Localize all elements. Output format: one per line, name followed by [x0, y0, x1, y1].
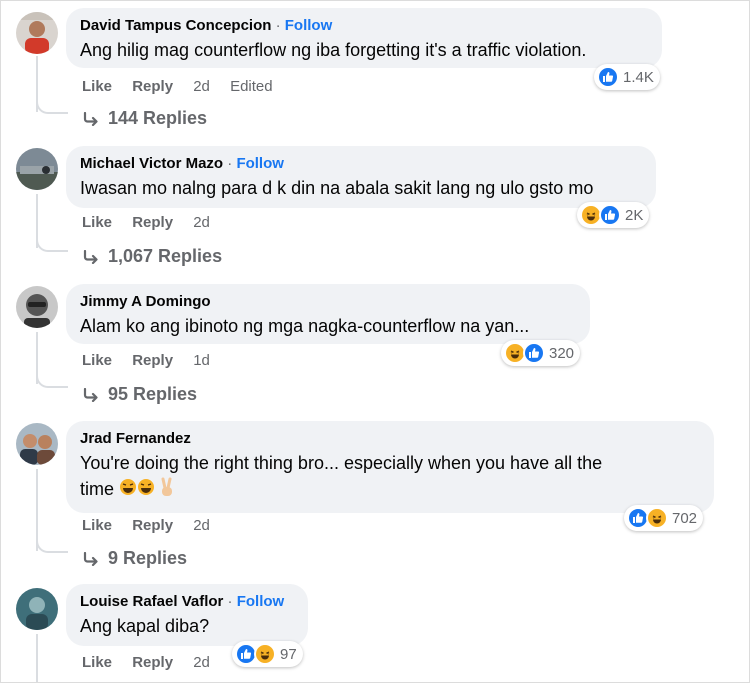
haha-reaction-icon [254, 643, 276, 665]
reactions-summary[interactable]: 702 [624, 505, 704, 531]
follow-button[interactable]: Follow [237, 593, 285, 610]
comment-actions: Like Reply 2d [82, 654, 226, 671]
like-reaction-icon [599, 204, 621, 226]
reply-arrow-icon [83, 249, 98, 264]
comment-bubble: David Tampus Concepcion · Follow Ang hil… [66, 8, 662, 68]
view-replies-button[interactable]: 9 Replies [82, 548, 187, 569]
author-name[interactable]: Jrad Fernandez [80, 430, 191, 447]
thread-elbow [36, 96, 68, 114]
reaction-count: 97 [280, 645, 297, 663]
comment-text-line-2: time [80, 476, 700, 504]
timestamp[interactable]: 2d [193, 654, 210, 671]
thread-line [36, 634, 38, 682]
author-name[interactable]: Louise Rafael Vaflor [80, 593, 223, 610]
reaction-count: 702 [672, 509, 698, 527]
reaction-count: 1.4K [623, 68, 654, 86]
follow-button[interactable]: Follow [285, 17, 333, 34]
reactions-summary[interactable]: 97 [232, 641, 303, 667]
comment-bubble: Louise Rafael Vaflor · Follow Ang kapal … [66, 584, 308, 646]
like-button[interactable]: Like [82, 517, 112, 534]
like-button[interactable]: Like [82, 214, 112, 231]
like-button[interactable]: Like [82, 352, 112, 369]
comment-actions: Like Reply 2d [82, 517, 226, 534]
comment-text-line-1: You're doing the right thing bro... espe… [80, 453, 603, 473]
comment-text: Alam ko ang ibinoto ng mga nagka-counter… [80, 316, 530, 336]
reactions-summary[interactable]: 1.4K [594, 64, 660, 90]
reactions-summary[interactable]: 320 [501, 340, 581, 366]
reply-button[interactable]: Reply [132, 352, 173, 369]
replies-count: 144 Replies [108, 108, 208, 128]
reply-arrow-icon [83, 551, 98, 566]
timestamp[interactable]: 2d [193, 214, 210, 231]
like-button[interactable]: Like [82, 78, 112, 95]
reply-arrow-icon [83, 111, 98, 126]
reaction-count: 2K [625, 206, 644, 224]
victory-hand-emoji-icon [160, 477, 174, 504]
rofl-emoji-icon [137, 477, 155, 503]
avatar[interactable] [16, 12, 58, 54]
follow-button[interactable]: Follow [236, 155, 284, 172]
replies-count: 9 Replies [108, 548, 188, 568]
view-replies-button[interactable]: 95 Replies [82, 384, 197, 405]
haha-reaction-icon [646, 507, 668, 529]
comment-text: Ang hilig mag counterflow ng iba forgett… [80, 40, 587, 60]
author-name[interactable]: Michael Victor Mazo [80, 155, 223, 172]
view-replies-button[interactable]: 1,067 Replies [82, 246, 222, 267]
reply-button[interactable]: Reply [132, 78, 173, 95]
comment-actions: Like Reply 2d [82, 214, 226, 231]
timestamp[interactable]: 1d [193, 352, 210, 369]
reply-button[interactable]: Reply [132, 214, 173, 231]
author-name[interactable]: Jimmy A Domingo [80, 293, 211, 310]
like-button[interactable]: Like [82, 654, 112, 671]
comment-actions: Like Reply 2d Edited [82, 78, 289, 95]
avatar[interactable] [16, 148, 58, 190]
comment-bubble: Michael Victor Mazo · Follow Iwasan mo n… [66, 146, 656, 208]
avatar[interactable] [16, 286, 58, 328]
like-reaction-icon [597, 66, 619, 88]
comment-bubble: Jimmy A Domingo Alam ko ang ibinoto ng m… [66, 284, 590, 344]
reply-button[interactable]: Reply [132, 517, 173, 534]
comment-text: You're doing the right thing bro... espe… [80, 450, 700, 504]
edited-label: Edited [230, 78, 273, 95]
reaction-count: 320 [549, 344, 575, 362]
comment-text-line-2-text: time [80, 479, 115, 499]
comment-text: Ang kapal diba? [80, 616, 210, 636]
view-replies-button[interactable]: 144 Replies [82, 108, 207, 129]
thread-elbow [36, 234, 68, 252]
reply-button[interactable]: Reply [132, 654, 173, 671]
comment-bubble: Jrad Fernandez You're doing the right th… [66, 421, 714, 513]
replies-count: 1,067 Replies [108, 246, 223, 266]
like-reaction-icon [523, 342, 545, 364]
thread-elbow [36, 535, 68, 553]
author-name[interactable]: David Tampus Concepcion [80, 17, 271, 34]
comment-actions: Like Reply 1d [82, 352, 226, 369]
reactions-summary[interactable]: 2K [577, 202, 650, 228]
replies-count: 95 Replies [108, 384, 198, 404]
thread-elbow [36, 370, 68, 388]
rofl-emoji-icon [119, 477, 137, 503]
timestamp[interactable]: 2d [193, 78, 210, 95]
avatar[interactable] [16, 588, 58, 630]
comment-text: Iwasan mo nalng para d k din na abala sa… [80, 178, 594, 198]
avatar[interactable] [16, 423, 58, 465]
reply-arrow-icon [83, 387, 98, 402]
timestamp[interactable]: 2d [193, 517, 210, 534]
